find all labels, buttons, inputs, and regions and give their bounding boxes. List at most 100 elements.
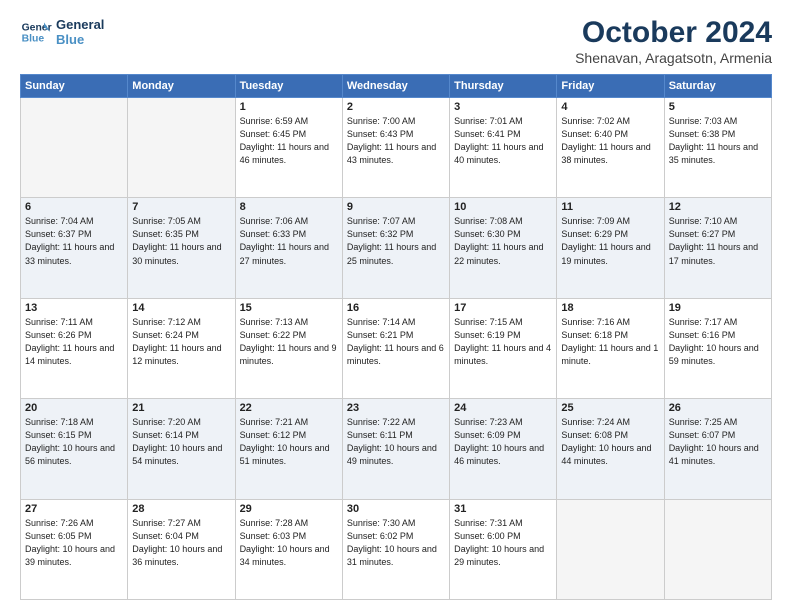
calendar-cell: 7Sunrise: 7:05 AM Sunset: 6:35 PM Daylig… bbox=[128, 198, 235, 298]
calendar-cell: 31Sunrise: 7:31 AM Sunset: 6:00 PM Dayli… bbox=[450, 499, 557, 599]
day-info: Sunrise: 7:08 AM Sunset: 6:30 PM Dayligh… bbox=[454, 215, 552, 267]
day-info: Sunrise: 6:59 AM Sunset: 6:45 PM Dayligh… bbox=[240, 115, 338, 167]
calendar-cell: 13Sunrise: 7:11 AM Sunset: 6:26 PM Dayli… bbox=[21, 298, 128, 398]
calendar-cell: 16 Sunrise: 7:14 AM Sunset: 6:21 PM Dayli… bbox=[342, 298, 449, 398]
calendar-row: 6 Sunrise: 7:04 AM Sunset: 6:37 PM Daylig… bbox=[21, 198, 772, 298]
calendar-cell: 25 Sunrise: 7:24 AM Sunset: 6:08 PM Dayli… bbox=[557, 399, 664, 499]
calendar-cell: 28 Sunrise: 7:27 AM Sunset: 6:04 PM Dayli… bbox=[128, 499, 235, 599]
title-block: October 2024 Shenavan, Aragatsotn, Armen… bbox=[575, 16, 772, 66]
day-number: 20 bbox=[25, 402, 123, 414]
header-sunday: Sunday bbox=[21, 75, 128, 98]
day-info: Sunrise: 7:04 AM Sunset: 6:37 PM Dayligh… bbox=[25, 215, 123, 267]
calendar-cell: 24 Sunrise: 7:23 AM Sunset: 6:09 PM Dayli… bbox=[450, 399, 557, 499]
calendar-cell: 29 Sunrise: 7:28 AM Sunset: 6:03 PM Dayli… bbox=[235, 499, 342, 599]
day-info: Sunrise: 7:09 AM Sunset: 6:29 PM Dayligh… bbox=[561, 215, 659, 267]
logo-text: General Blue bbox=[56, 17, 104, 47]
calendar-cell: 5 Sunrise: 7:03 AM Sunset: 6:38 PM Daylig… bbox=[664, 98, 771, 198]
calendar-cell bbox=[128, 98, 235, 198]
calendar-cell: 20 Sunrise: 7:18 AM Sunset: 6:15 PM Dayli… bbox=[21, 399, 128, 499]
day-number: 30 bbox=[347, 503, 445, 515]
day-number: 5 bbox=[669, 101, 767, 113]
day-number: 3 bbox=[454, 101, 552, 113]
calendar-cell: 10 Sunrise: 7:08 AM Sunset: 6:30 PM Dayli… bbox=[450, 198, 557, 298]
calendar-cell: 12Sunrise: 7:10 AM Sunset: 6:27 PM Dayli… bbox=[664, 198, 771, 298]
calendar-cell bbox=[664, 499, 771, 599]
calendar-cell: 18Sunrise: 7:16 AM Sunset: 6:18 PM Dayli… bbox=[557, 298, 664, 398]
day-info: Sunrise: 7:06 AM Sunset: 6:33 PM Dayligh… bbox=[240, 215, 338, 267]
day-info: Sunrise: 7:14 AM Sunset: 6:21 PM Dayligh… bbox=[347, 316, 445, 368]
day-number: 4 bbox=[561, 101, 659, 113]
day-number: 24 bbox=[454, 402, 552, 414]
day-info: Sunrise: 7:25 AM Sunset: 6:07 PM Dayligh… bbox=[669, 416, 767, 468]
day-number: 1 bbox=[240, 101, 338, 113]
day-info: Sunrise: 7:22 AM Sunset: 6:11 PM Dayligh… bbox=[347, 416, 445, 468]
header-saturday: Saturday bbox=[664, 75, 771, 98]
day-number: 29 bbox=[240, 503, 338, 515]
calendar-cell: 22Sunrise: 7:21 AM Sunset: 6:12 PM Dayli… bbox=[235, 399, 342, 499]
header: General Blue General Blue October 2024 S… bbox=[20, 16, 772, 66]
day-info: Sunrise: 7:31 AM Sunset: 6:00 PM Dayligh… bbox=[454, 517, 552, 569]
header-wednesday: Wednesday bbox=[342, 75, 449, 98]
calendar-row: 1 Sunrise: 6:59 AM Sunset: 6:45 PM Daylig… bbox=[21, 98, 772, 198]
day-number: 16 bbox=[347, 302, 445, 314]
day-number: 23 bbox=[347, 402, 445, 414]
day-number: 12 bbox=[669, 201, 767, 213]
calendar-cell: 21Sunrise: 7:20 AM Sunset: 6:14 PM Dayli… bbox=[128, 399, 235, 499]
day-info: Sunrise: 7:15 AM Sunset: 6:19 PM Dayligh… bbox=[454, 316, 552, 368]
page: General Blue General Blue October 2024 S… bbox=[0, 0, 792, 612]
header-thursday: Thursday bbox=[450, 75, 557, 98]
calendar-row: 27 Sunrise: 7:26 AM Sunset: 6:05 PM Dayli… bbox=[21, 499, 772, 599]
calendar-cell: 4 Sunrise: 7:02 AM Sunset: 6:40 PM Daylig… bbox=[557, 98, 664, 198]
day-number: 27 bbox=[25, 503, 123, 515]
day-info: Sunrise: 7:28 AM Sunset: 6:03 PM Dayligh… bbox=[240, 517, 338, 569]
day-info: Sunrise: 7:26 AM Sunset: 6:05 PM Dayligh… bbox=[25, 517, 123, 569]
day-number: 9 bbox=[347, 201, 445, 213]
day-number: 19 bbox=[669, 302, 767, 314]
calendar-cell: 3Sunrise: 7:01 AM Sunset: 6:41 PM Daylig… bbox=[450, 98, 557, 198]
calendar-cell bbox=[21, 98, 128, 198]
day-number: 2 bbox=[347, 101, 445, 113]
day-info: Sunrise: 7:12 AM Sunset: 6:24 PM Dayligh… bbox=[132, 316, 230, 368]
subtitle: Shenavan, Aragatsotn, Armenia bbox=[575, 50, 772, 66]
day-number: 6 bbox=[25, 201, 123, 213]
day-info: Sunrise: 7:18 AM Sunset: 6:15 PM Dayligh… bbox=[25, 416, 123, 468]
day-info: Sunrise: 7:17 AM Sunset: 6:16 PM Dayligh… bbox=[669, 316, 767, 368]
day-number: 17 bbox=[454, 302, 552, 314]
svg-text:Blue: Blue bbox=[22, 34, 45, 45]
calendar-cell bbox=[557, 499, 664, 599]
day-number: 14 bbox=[132, 302, 230, 314]
day-info: Sunrise: 7:27 AM Sunset: 6:04 PM Dayligh… bbox=[132, 517, 230, 569]
calendar-cell: 14 Sunrise: 7:12 AM Sunset: 6:24 PM Dayli… bbox=[128, 298, 235, 398]
day-info: Sunrise: 7:24 AM Sunset: 6:08 PM Dayligh… bbox=[561, 416, 659, 468]
day-number: 28 bbox=[132, 503, 230, 515]
day-number: 26 bbox=[669, 402, 767, 414]
day-info: Sunrise: 7:03 AM Sunset: 6:38 PM Dayligh… bbox=[669, 115, 767, 167]
day-number: 10 bbox=[454, 201, 552, 213]
day-info: Sunrise: 7:05 AM Sunset: 6:35 PM Dayligh… bbox=[132, 215, 230, 267]
day-number: 13 bbox=[25, 302, 123, 314]
calendar-row: 20 Sunrise: 7:18 AM Sunset: 6:15 PM Dayli… bbox=[21, 399, 772, 499]
calendar-row: 13Sunrise: 7:11 AM Sunset: 6:26 PM Dayli… bbox=[21, 298, 772, 398]
calendar-cell: 26 Sunrise: 7:25 AM Sunset: 6:07 PM Dayli… bbox=[664, 399, 771, 499]
calendar-cell: 2 Sunrise: 7:00 AM Sunset: 6:43 PM Daylig… bbox=[342, 98, 449, 198]
day-info: Sunrise: 7:20 AM Sunset: 6:14 PM Dayligh… bbox=[132, 416, 230, 468]
calendar-cell: 30 Sunrise: 7:30 AM Sunset: 6:02 PM Dayli… bbox=[342, 499, 449, 599]
day-number: 8 bbox=[240, 201, 338, 213]
calendar-table: Sunday Monday Tuesday Wednesday Thursday… bbox=[20, 74, 772, 600]
calendar-header-row: Sunday Monday Tuesday Wednesday Thursday… bbox=[21, 75, 772, 98]
day-info: Sunrise: 7:13 AM Sunset: 6:22 PM Dayligh… bbox=[240, 316, 338, 368]
day-info: Sunrise: 7:00 AM Sunset: 6:43 PM Dayligh… bbox=[347, 115, 445, 167]
day-info: Sunrise: 7:23 AM Sunset: 6:09 PM Dayligh… bbox=[454, 416, 552, 468]
day-info: Sunrise: 7:21 AM Sunset: 6:12 PM Dayligh… bbox=[240, 416, 338, 468]
header-tuesday: Tuesday bbox=[235, 75, 342, 98]
calendar-cell: 8 Sunrise: 7:06 AM Sunset: 6:33 PM Daylig… bbox=[235, 198, 342, 298]
day-number: 11 bbox=[561, 201, 659, 213]
calendar-cell: 11 Sunrise: 7:09 AM Sunset: 6:29 PM Dayli… bbox=[557, 198, 664, 298]
day-number: 25 bbox=[561, 402, 659, 414]
day-info: Sunrise: 7:30 AM Sunset: 6:02 PM Dayligh… bbox=[347, 517, 445, 569]
day-info: Sunrise: 7:02 AM Sunset: 6:40 PM Dayligh… bbox=[561, 115, 659, 167]
calendar-cell: 1 Sunrise: 6:59 AM Sunset: 6:45 PM Daylig… bbox=[235, 98, 342, 198]
calendar-cell: 23 Sunrise: 7:22 AM Sunset: 6:11 PM Dayli… bbox=[342, 399, 449, 499]
calendar-cell: 9Sunrise: 7:07 AM Sunset: 6:32 PM Daylig… bbox=[342, 198, 449, 298]
logo-icon: General Blue bbox=[20, 16, 52, 48]
